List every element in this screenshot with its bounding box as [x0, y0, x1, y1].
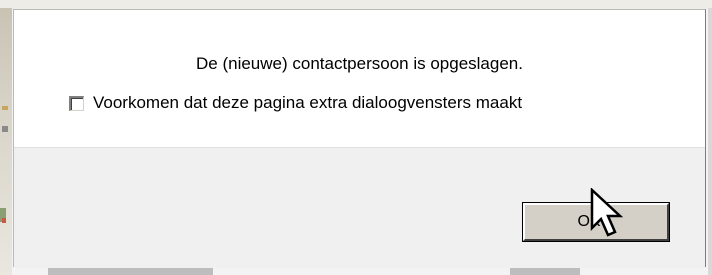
background-mark [2, 126, 8, 132]
ok-button-label: OK [577, 213, 601, 230]
background-mark [2, 106, 8, 110]
suppress-dialogs-label[interactable]: Voorkomen dat deze pagina extra dialoogv… [93, 93, 522, 113]
background-left-strip [0, 8, 12, 275]
background-top-strip [0, 0, 712, 9]
dialog-footer: OK [14, 147, 705, 268]
background-mark [2, 218, 6, 223]
ok-button[interactable]: OK [522, 202, 670, 242]
background-text-fragment [48, 268, 213, 275]
alert-dialog: De (nieuwe) contactpersoon is opgeslagen… [13, 9, 706, 268]
background-right-strip [708, 8, 712, 275]
dialog-message: De (nieuwe) contactpersoon is opgeslagen… [196, 54, 523, 73]
background-text-fragment [510, 268, 580, 275]
suppress-dialogs-checkbox[interactable] [69, 95, 84, 111]
dialog-body: De (nieuwe) contactpersoon is opgeslagen… [14, 10, 705, 147]
suppress-dialogs-option[interactable]: Voorkomen dat deze pagina extra dialoogv… [69, 93, 522, 113]
